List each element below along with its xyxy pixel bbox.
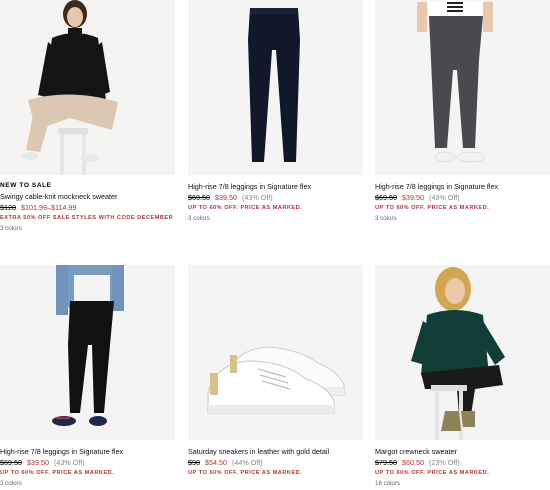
original-price: $98 [188, 458, 200, 467]
promo-text: UP TO 60% OFF. PRICE AS MARKED. [188, 205, 303, 211]
sale-price: $60.50 [401, 458, 424, 467]
sale-price: $54.50 [205, 458, 227, 467]
promo-text: EXTRA 50% OFF SALE STYLES WITH CODE DECE… [0, 215, 174, 221]
product-image[interactable] [375, 0, 550, 175]
product-card[interactable]: NEW TO SALE Swingy cable-knit mockneck s… [0, 0, 175, 235]
promo-text: UP TO 60% OFF. PRICE AS MARKED. [0, 470, 115, 476]
promo-text: UP TO 60% OFF. PRICE AS MARKED. [375, 470, 490, 476]
original-price: $69.50 [375, 193, 397, 202]
original-price: $79.50 [375, 458, 397, 467]
sale-price: $39.50 [214, 193, 237, 202]
price-row: $69.50 $39.50 (43% Off) [188, 192, 363, 203]
discount-percent: (23% Off) [428, 458, 460, 467]
product-card[interactable]: High-rise 7/8 leggings in Signature flex… [0, 265, 175, 490]
sale-price: $39.50 [26, 458, 49, 467]
discount-percent: (43% Off) [241, 193, 273, 202]
product-image[interactable] [375, 265, 550, 440]
discount-percent: (43% Off) [53, 458, 85, 467]
product-card[interactable]: High-rise 7/8 leggings in Signature flex… [375, 0, 550, 225]
discount-percent: (43% Off) [428, 193, 460, 202]
product-grid: NEW TO SALE Swingy cable-knit mockneck s… [0, 0, 550, 489]
product-title[interactable]: High-rise 7/8 leggings in Signature flex [375, 181, 550, 192]
product-card[interactable]: High-rise 7/8 leggings in Signature flex… [188, 0, 363, 225]
product-image[interactable] [188, 0, 363, 175]
new-to-sale-badge: NEW TO SALE [0, 182, 52, 189]
original-price: $69.50 [188, 193, 210, 202]
color-count[interactable]: 3 colors [375, 213, 550, 225]
product-title[interactable]: High-rise 7/8 leggings in Signature flex [188, 181, 363, 192]
price-row: $69.50 $39.50 (43% Off) [0, 457, 175, 468]
original-price: $128 [0, 203, 16, 212]
color-count[interactable]: 3 colors [0, 223, 175, 235]
discount-percent: (44% Off) [231, 458, 263, 467]
product-image[interactable] [0, 0, 175, 175]
price-row: $128 $101.99–$114.99 [0, 202, 175, 213]
price-row: $69.50 $39.50 (43% Off) [375, 192, 550, 203]
product-image[interactable] [0, 265, 175, 440]
price-row: $98 $54.50 (44% Off) [188, 457, 363, 468]
product-image[interactable] [188, 265, 363, 440]
product-title[interactable]: High-rise 7/8 leggings in Signature flex [0, 446, 175, 457]
product-card[interactable]: Margot crewneck sweater $79.50 $60.50 (2… [375, 265, 550, 490]
product-title[interactable]: Saturday sneakers in leather with gold d… [188, 446, 363, 457]
price-row: $79.50 $60.50 (23% Off) [375, 457, 550, 468]
color-count[interactable]: 16 colors [375, 478, 550, 490]
original-price: $69.50 [0, 458, 22, 467]
sale-price: $39.50 [401, 193, 424, 202]
sale-price: $101.99–$114.99 [21, 203, 77, 212]
promo-text: UP TO 60% OFF. PRICE AS MARKED. [375, 205, 490, 211]
product-title[interactable]: Margot crewneck sweater [375, 446, 550, 457]
product-card[interactable]: Saturday sneakers in leather with gold d… [188, 265, 363, 478]
color-count[interactable]: 3 colors [0, 478, 175, 490]
color-count[interactable]: 3 colors [188, 213, 363, 225]
product-title[interactable]: Swingy cable-knit mockneck sweater [0, 191, 175, 202]
promo-text: UP TO 60% OFF. PRICE AS MARKED. [188, 470, 303, 476]
